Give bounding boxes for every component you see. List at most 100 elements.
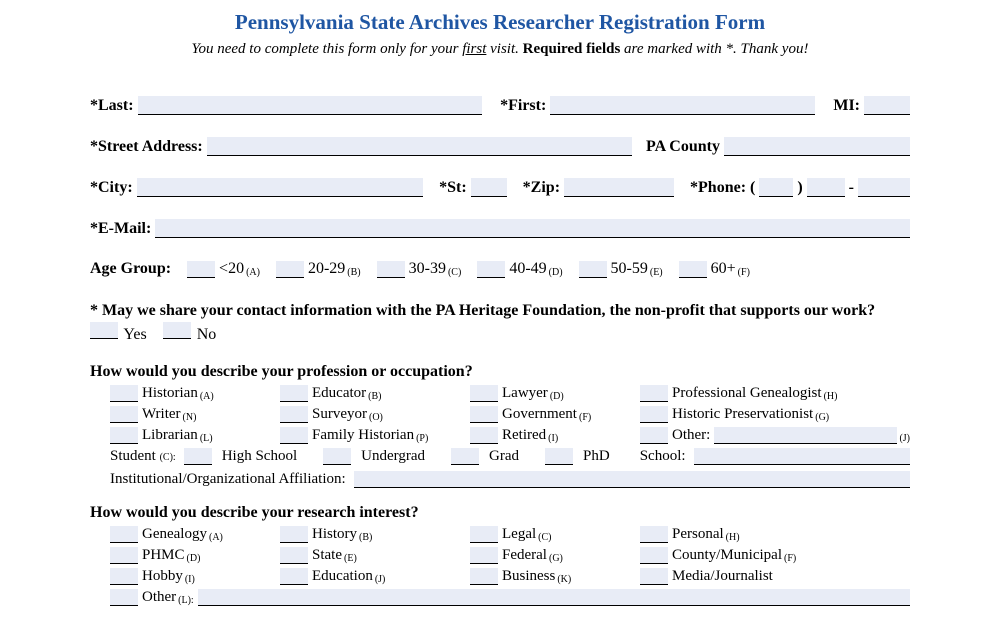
school-label: School: — [640, 448, 686, 465]
profession-option-label: Educator — [312, 385, 366, 402]
last-label: *Last: — [90, 97, 134, 115]
student-grad-check[interactable] — [451, 448, 479, 465]
zip-field[interactable] — [564, 178, 674, 197]
phone-dash: - — [849, 179, 854, 197]
pacounty-field[interactable] — [724, 137, 910, 156]
profession-option-label: Professional Genealogist — [672, 385, 822, 402]
research-question: How would you describe your research int… — [90, 504, 910, 522]
student-label: Student (C): — [110, 448, 176, 465]
research-county-municipal-check[interactable] — [640, 547, 668, 564]
research-legal-check[interactable] — [470, 526, 498, 543]
profession-option-label: Librarian — [142, 427, 198, 444]
phone-label: *Phone: ( — [690, 179, 755, 197]
age-50-59-check[interactable] — [579, 261, 607, 278]
profession-professional-genealogist-check[interactable] — [640, 385, 668, 402]
phone-sep: ) — [797, 179, 802, 197]
research-hobby-check[interactable] — [110, 568, 138, 585]
profession-lawyer-check[interactable] — [470, 385, 498, 402]
affiliation-label: Institutional/Organizational Affiliation… — [110, 471, 346, 488]
first-label: *First: — [500, 97, 546, 115]
profession-government-check[interactable] — [470, 406, 498, 423]
phone-suffix-field[interactable] — [858, 178, 910, 197]
research-option-label: Federal — [502, 547, 547, 564]
profession-option-label: Retired — [502, 427, 546, 444]
research-option-label: History — [312, 526, 357, 543]
age-20-29-check[interactable] — [276, 261, 304, 278]
zip-label: *Zip: — [523, 179, 560, 197]
email-label: *E-Mail: — [90, 220, 151, 238]
email-field[interactable] — [155, 219, 910, 238]
profession-option-label: Surveyor — [312, 406, 367, 423]
research-genealogy-check[interactable] — [110, 526, 138, 543]
profession-question: How would you describe your profession o… — [90, 363, 910, 381]
profession-option-label: Government — [502, 406, 577, 423]
mi-field[interactable] — [864, 96, 910, 115]
share-no-check[interactable] — [163, 322, 191, 339]
age-30-39-check[interactable] — [377, 261, 405, 278]
research-other-field[interactable] — [198, 589, 910, 606]
age-lt20-check[interactable] — [187, 261, 215, 278]
city-label: *City: — [90, 179, 133, 197]
first-field[interactable] — [550, 96, 815, 115]
student-phd-check[interactable] — [545, 448, 573, 465]
profession-other--check[interactable] — [640, 427, 668, 444]
school-field[interactable] — [694, 448, 910, 465]
profession-option-label: Writer — [142, 406, 181, 423]
form-subtitle: You need to complete this form only for … — [90, 41, 910, 58]
research-education-check[interactable] — [280, 568, 308, 585]
age-40-49-check[interactable] — [477, 261, 505, 278]
affiliation-field[interactable] — [354, 471, 910, 488]
profession-historic-preservationist-check[interactable] — [640, 406, 668, 423]
age-60plus-check[interactable] — [679, 261, 707, 278]
profession-writer-check[interactable] — [110, 406, 138, 423]
mi-label: MI: — [833, 97, 860, 115]
st-label: *St: — [439, 179, 467, 197]
profession-educator-check[interactable] — [280, 385, 308, 402]
research-media-journalist-check[interactable] — [640, 568, 668, 585]
form-title: Pennsylvania State Archives Researcher R… — [90, 10, 910, 35]
st-field[interactable] — [471, 178, 507, 197]
age-group-label: Age Group: — [90, 260, 171, 278]
research-phmc-check[interactable] — [110, 547, 138, 564]
research-business-check[interactable] — [470, 568, 498, 585]
phone-prefix-field[interactable] — [807, 178, 845, 197]
research-history-check[interactable] — [280, 526, 308, 543]
research-option-label: Genealogy — [142, 526, 207, 543]
research-personal-check[interactable] — [640, 526, 668, 543]
research-option-label: Education — [312, 568, 373, 585]
profession-option-label: Historic Preservationist — [672, 406, 813, 423]
street-label: *Street Address: — [90, 138, 203, 156]
research-option-label: Business — [502, 568, 555, 585]
research-other-check[interactable] — [110, 589, 138, 606]
profession-historian-check[interactable] — [110, 385, 138, 402]
profession-surveyor-check[interactable] — [280, 406, 308, 423]
research-option-label: Hobby — [142, 568, 183, 585]
research-option-label: Media/Journalist — [672, 568, 773, 585]
pacounty-label: PA County — [646, 138, 720, 156]
profession-option-label: Family Historian — [312, 427, 414, 444]
profession-librarian-check[interactable] — [110, 427, 138, 444]
profession-family-historian-check[interactable] — [280, 427, 308, 444]
research-option-label: Other — [142, 589, 176, 606]
last-field[interactable] — [138, 96, 483, 115]
share-question: * May we share your contact information … — [90, 300, 910, 347]
student-undergrad-check[interactable] — [323, 448, 351, 465]
share-yes-check[interactable] — [90, 322, 118, 339]
profession-option-label: Historian — [142, 385, 198, 402]
profession-retired-check[interactable] — [470, 427, 498, 444]
student-hs-check[interactable] — [184, 448, 212, 465]
research-option-label: Personal — [672, 526, 724, 543]
phone-area-field[interactable] — [759, 178, 793, 197]
research-option-label: PHMC — [142, 547, 185, 564]
research-state-check[interactable] — [280, 547, 308, 564]
research-option-label: State — [312, 547, 342, 564]
profession-option-label: Lawyer — [502, 385, 548, 402]
profession-option-label: Other: — [672, 427, 710, 444]
research-option-label: County/Municipal — [672, 547, 782, 564]
age-group-row: Age Group: <20(A) 20-29(B) 30-39(C) 40-4… — [90, 260, 910, 278]
city-field[interactable] — [137, 178, 423, 197]
profession-other-field[interactable] — [714, 427, 897, 444]
research-option-label: Legal — [502, 526, 536, 543]
research-federal-check[interactable] — [470, 547, 498, 564]
street-field[interactable] — [207, 137, 632, 156]
